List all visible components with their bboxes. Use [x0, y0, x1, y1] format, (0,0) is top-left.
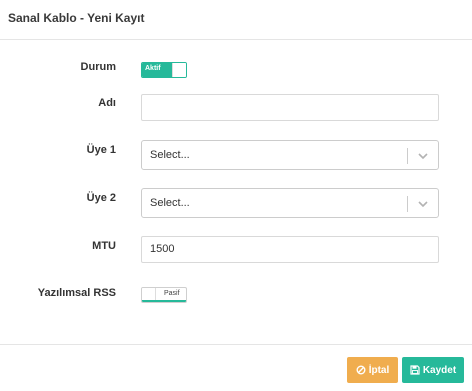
uye2-select-placeholder: Select... [150, 197, 190, 209]
uye2-label: Üye 2 [86, 192, 116, 204]
yazilimsal-rss-label: Yazılımsal RSS [37, 287, 116, 299]
cancel-button-label: İptal [368, 364, 390, 376]
uye1-label: Üye 1 [86, 144, 116, 156]
durum-toggle-text: Aktif [145, 65, 161, 72]
adi-label: Adı [98, 97, 116, 109]
modal-header: Sanal Kablo - Yeni Kayıt [0, 0, 472, 40]
mtu-input[interactable]: 1500 [141, 236, 439, 263]
yazilimsal-rss-toggle[interactable]: Pasif [141, 287, 187, 303]
save-button[interactable]: Kaydet [402, 357, 464, 383]
uye2-select-separator [407, 196, 408, 212]
uye1-select-placeholder: Select... [150, 149, 190, 161]
yazilimsal-rss-toggle-underline [142, 300, 186, 302]
uye2-select[interactable]: Select... [141, 188, 439, 218]
mtu-label: MTU [92, 240, 116, 252]
yazilimsal-rss-toggle-text: Pasif [164, 290, 180, 297]
durum-toggle-knob [172, 63, 186, 77]
uye1-select[interactable]: Select... [141, 140, 439, 170]
cancel-button[interactable]: İptal [347, 357, 398, 383]
adi-input[interactable] [141, 94, 439, 121]
uye1-select-separator [407, 148, 408, 164]
floppy-disk-icon [410, 365, 420, 375]
durum-toggle[interactable]: Aktif [141, 62, 187, 78]
modal-title: Sanal Kablo - Yeni Kayıt [8, 11, 145, 25]
footer-divider [0, 344, 472, 345]
ban-icon [356, 365, 366, 375]
save-button-label: Kaydet [422, 364, 457, 376]
chevron-down-icon[interactable] [416, 149, 430, 163]
chevron-down-icon[interactable] [416, 197, 430, 211]
durum-label: Durum [80, 61, 116, 73]
